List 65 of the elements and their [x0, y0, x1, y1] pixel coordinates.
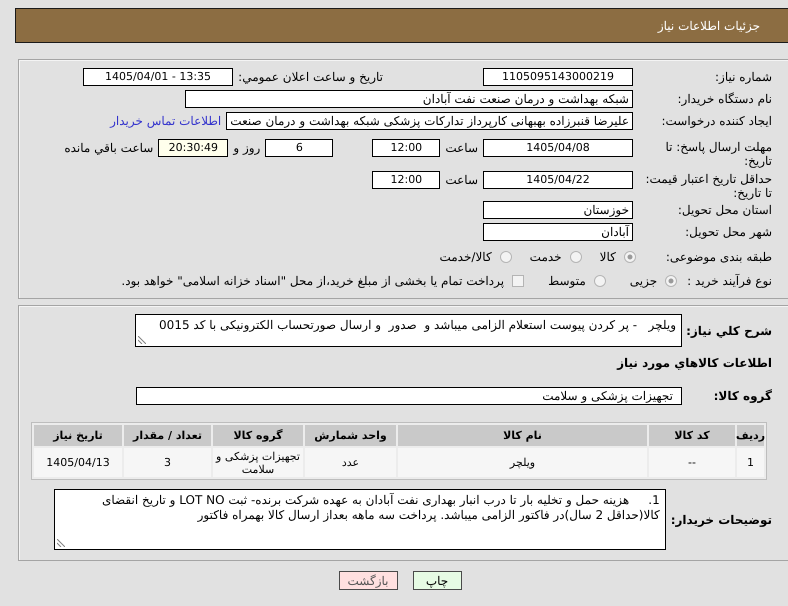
field-label: ساعت [444, 141, 479, 155]
back-button[interactable]: بازگشت [338, 571, 398, 590]
field-label: روز و [232, 141, 262, 155]
contact-link[interactable]: اطلاعات تماس خریدار [110, 114, 222, 128]
table-cell: -- [649, 448, 735, 477]
checkbox[interactable] [512, 275, 524, 287]
radio-button[interactable] [594, 275, 606, 287]
resize-grip-icon[interactable] [56, 539, 65, 547]
table-cell: 1 [737, 448, 764, 477]
column-header: نام کالا [398, 425, 647, 446]
column-header: گروه کالا [213, 425, 303, 446]
buyer-org-field[interactable]: شبکه بهداشت و درمان صنعت نفت آبادان [185, 90, 633, 108]
deadline-time-field[interactable]: 12:00 [372, 139, 440, 157]
validity-date-field[interactable]: 1405/04/22 [483, 171, 633, 189]
field-label: طبقه بندی موضوعی: [666, 250, 772, 264]
field-label: شرح کلي نیاز: [688, 322, 772, 338]
radio-button[interactable] [570, 251, 582, 263]
remaining-time-field[interactable]: 20:30:49 [158, 139, 228, 157]
table-cell: ویلچر [398, 448, 647, 477]
description-field[interactable]: ویلچر - پر کردن پیوست استعلام الزامی میباشد و صدور و ارسال صورتحساب الکترونیکی با کد 0015 [135, 314, 682, 347]
validity-time-field[interactable]: 12:00 [372, 171, 440, 189]
field-label: ساعت باقي مانده [63, 141, 154, 155]
radio-label: کالا/خدمت [439, 250, 492, 264]
field-label: نام دستگاه خریدار: [676, 92, 772, 106]
field-label: ساعت [444, 173, 479, 187]
table-cell: تجهیزات پزشکی و سلامت [213, 448, 303, 477]
field-label: ایجاد کننده درخواست: [660, 114, 772, 128]
column-header: تعداد / مقدار [124, 425, 211, 446]
radio-label: جزیی [630, 274, 658, 288]
page-title: جزئیات اطلاعات نیاز [658, 18, 760, 32]
field-label: شماره نیاز: [714, 70, 772, 84]
table-cell: 3 [124, 448, 211, 477]
print-button[interactable]: چاپ [412, 571, 462, 590]
goods-group-field[interactable]: تجهیزات پزشکی و سلامت [136, 387, 682, 405]
radio-label: کالا [600, 250, 616, 264]
column-header: کد کالا [649, 425, 735, 446]
announce-date-field[interactable]: 1405/04/01 - 13:35 [83, 68, 233, 86]
radio-button[interactable] [665, 275, 678, 287]
radio-label: متوسط [548, 274, 586, 288]
city-field[interactable]: آبادان [483, 223, 633, 241]
province-field[interactable]: خوزستان [483, 201, 633, 219]
column-header: واحد شمارش [305, 425, 396, 446]
field-label: تاریخ و ساعت اعلان عمومي: [237, 70, 383, 84]
column-header: ردیف [737, 425, 764, 446]
column-header: تاریخ نیاز [34, 425, 122, 446]
deadline-date-field[interactable]: 1405/04/08 [483, 139, 633, 157]
requester-field[interactable]: علیرضا قنبرزاده بهبهانی کارپرداز تدارکات پزشکی شبکه بهداشت و درمان صنعت [226, 112, 633, 130]
section-title: اطلاعات کالاهاي مورد نیاز [617, 355, 772, 371]
need-number-field[interactable]: 1105095143000219 [483, 68, 633, 86]
field-label: حداقل تاریخ اعتبار قیمت: تا تاریخ: [644, 171, 772, 200]
field-label: گروه کالا: [712, 388, 772, 404]
table-cell: 1405/04/13 [34, 448, 122, 477]
checkbox-label: پرداخت تمام یا بخشی از مبلغ خرید،از محل "اسناد خزانه اسلامی" خواهد بود. [121, 274, 504, 288]
radio-button[interactable] [624, 251, 636, 263]
radio-label: خدمت [530, 250, 562, 264]
field-label: نوع فرآیند خرید : [687, 274, 772, 288]
resize-grip-icon[interactable] [138, 336, 146, 344]
days-field[interactable]: 6 [265, 139, 334, 157]
field-label: مهلت ارسال پاسخ: تا تاریخ: [664, 139, 772, 168]
notes-field[interactable]: 1. هزینه حمل و تخلیه بار تا درب انبار بهداری نفت آبادان به عهده شرکت برنده- ثبت LOT NO و تاریخ انقضای کالا(حداقل 2 سال)در فاکتور الزامی میباشد. پرداخت سه ماهه بعداز ارسال کالا بهمراه فاکتور [54, 489, 666, 550]
table-cell: عدد [305, 448, 396, 477]
field-label: استان محل تحویل: [676, 203, 772, 217]
field-label: شهر محل تحویل: [684, 225, 772, 239]
radio-button[interactable] [500, 251, 512, 263]
field-label: توضیحات خریدار: [670, 512, 772, 528]
